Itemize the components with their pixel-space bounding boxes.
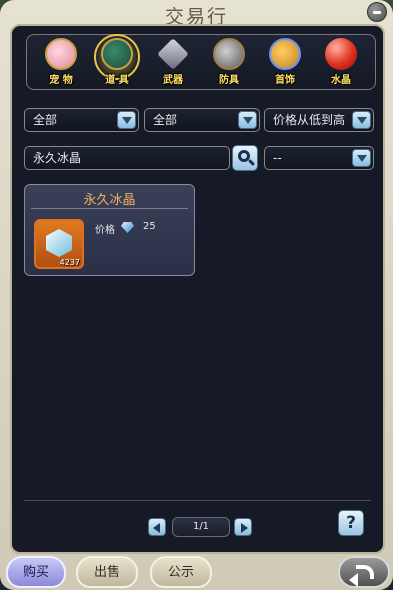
category-label: 道 具 bbox=[105, 75, 129, 86]
trade-window: 交易行 宠 物 道 具 武器 防具 首饰 水晶 全部 全部 价格从低到高 永久冰… bbox=[0, 0, 393, 590]
category-label: 防具 bbox=[219, 75, 239, 86]
title-bar: 交易行 bbox=[0, 0, 393, 28]
chevron-down-icon[interactable] bbox=[238, 111, 257, 129]
price-value: 25 bbox=[143, 221, 156, 232]
jewelry-icon bbox=[269, 38, 301, 70]
sub-filter-dropdown[interactable]: -- bbox=[264, 146, 374, 170]
back-button[interactable] bbox=[338, 556, 390, 588]
help-button[interactable]: ? bbox=[338, 510, 364, 536]
category-label: 宠 物 bbox=[49, 75, 73, 86]
divider bbox=[24, 500, 371, 501]
item-count: 4237 bbox=[59, 258, 80, 267]
item-icon bbox=[101, 38, 133, 70]
chevron-down-icon[interactable] bbox=[117, 111, 136, 129]
page-indicator: 1/1 bbox=[172, 517, 230, 537]
chevron-down-icon[interactable] bbox=[352, 149, 371, 167]
price-label: 价格 bbox=[95, 225, 115, 236]
category-label: 首饰 bbox=[275, 75, 295, 86]
category-pet[interactable]: 宠 物 bbox=[36, 36, 86, 88]
minimize-button[interactable] bbox=[367, 2, 387, 22]
chevron-down-icon[interactable] bbox=[352, 111, 371, 129]
listing-card[interactable]: 永久冰晶 4237 价格 25 bbox=[24, 184, 195, 276]
divider bbox=[31, 208, 188, 209]
listing-name: 永久冰晶 bbox=[83, 193, 136, 208]
sort-dropdown[interactable]: 价格从低到高 bbox=[264, 108, 374, 132]
ice-crystal-icon bbox=[46, 229, 72, 257]
filter-dropdown-1[interactable]: 全部 bbox=[24, 108, 139, 132]
tab-buy[interactable]: 购买 bbox=[6, 556, 66, 588]
category-crystal[interactable]: 水晶 bbox=[316, 36, 366, 88]
filter-value: 全部 bbox=[33, 113, 58, 127]
category-armor[interactable]: 防具 bbox=[204, 36, 254, 88]
diamond-icon bbox=[121, 222, 134, 233]
filter-value: 全部 bbox=[153, 113, 178, 127]
category-label: 武器 bbox=[163, 75, 183, 86]
search-input[interactable]: 永久冰晶 bbox=[24, 146, 230, 170]
armor-icon bbox=[213, 38, 245, 70]
item-slot[interactable]: 4237 bbox=[34, 219, 84, 269]
category-weapon[interactable]: 武器 bbox=[148, 36, 198, 88]
main-panel: 宠 物 道 具 武器 防具 首饰 水晶 全部 全部 价格从低到高 永久冰晶 --… bbox=[10, 24, 385, 554]
tab-notice[interactable]: 公示 bbox=[150, 556, 212, 588]
search-button[interactable] bbox=[232, 145, 258, 171]
prev-page-button[interactable] bbox=[148, 518, 166, 536]
crystal-icon bbox=[325, 38, 357, 70]
sub-filter-value: -- bbox=[273, 151, 282, 165]
category-item[interactable]: 道 具 bbox=[92, 34, 142, 88]
tab-sell[interactable]: 出售 bbox=[76, 556, 138, 588]
pet-icon bbox=[45, 38, 77, 70]
category-bar: 宠 物 道 具 武器 防具 首饰 水晶 bbox=[26, 34, 376, 90]
sort-value: 价格从低到高 bbox=[273, 113, 346, 127]
back-arrow-icon bbox=[356, 565, 374, 579]
weapon-icon bbox=[157, 38, 189, 70]
next-page-button[interactable] bbox=[234, 518, 252, 536]
category-jewelry[interactable]: 首饰 bbox=[260, 36, 310, 88]
filter-dropdown-2[interactable]: 全部 bbox=[144, 108, 260, 132]
category-label: 水晶 bbox=[331, 75, 351, 86]
